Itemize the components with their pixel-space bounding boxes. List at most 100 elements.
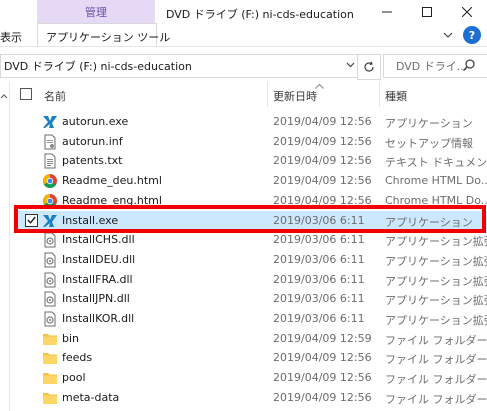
file-row[interactable]: pool 2019/04/09 12:56 ファイル フォルダー	[14, 368, 487, 388]
file-row[interactable]: Readme_eng.html 2019/04/09 12:56 Chrome HT…	[14, 191, 487, 211]
file-type: ファイル フォルダー	[385, 392, 487, 406]
address-path[interactable]: DVD ドライブ (F:) ni-cds-education	[4, 58, 192, 74]
file-row[interactable]: InstallKOR.dll 2019/03/06 6:11 アプリケーション拡張	[14, 309, 487, 329]
chevron-up-icon[interactable]	[0, 92, 8, 100]
file-date: 2019/03/06 6:11	[273, 233, 365, 247]
column-divider[interactable]	[379, 82, 380, 107]
address-history-button[interactable]	[343, 57, 357, 73]
file-type: アプリケーション拡張	[385, 294, 487, 308]
file-date: 2019/04/09 12:56	[273, 351, 372, 365]
file-name[interactable]: autorun.exe	[62, 115, 128, 128]
file-row[interactable]: bin 2019/04/09 12:59 ファイル フォルダー	[14, 329, 487, 349]
chrome-icon	[42, 193, 58, 209]
file-row[interactable]: InstallCHS.dll 2019/03/06 6:11 アプリケーション拡張	[14, 230, 487, 250]
file-date: 2019/04/09 12:56	[273, 371, 372, 385]
file-type: ファイル フォルダー	[385, 373, 487, 387]
select-all-checkbox[interactable]	[20, 88, 32, 100]
file-row[interactable]: autorun.inf 2019/04/09 12:56 セットアップ情報	[14, 132, 487, 152]
file-date: 2019/03/06 6:11	[273, 312, 365, 325]
file-name[interactable]: InstallFRA.dll	[62, 273, 133, 286]
text-file-icon	[42, 153, 58, 169]
file-name[interactable]: Readme_eng.html	[62, 194, 162, 207]
folder-icon	[42, 331, 58, 347]
close-icon	[462, 7, 472, 17]
file-date: 2019/04/09 12:56	[273, 193, 372, 207]
checkmark-icon	[27, 216, 36, 224]
minimize-icon	[382, 11, 392, 13]
file-name[interactable]: Readme_deu.html	[62, 174, 162, 187]
file-name[interactable]: feeds	[62, 351, 92, 364]
column-header-type[interactable]: 種類	[385, 88, 407, 104]
file-row[interactable]: InstallDEU.dll 2019/03/06 6:11 アプリケーション拡張	[14, 250, 487, 270]
file-name[interactable]: InstallKOR.dll	[62, 312, 134, 325]
ribbon-expand-button[interactable]	[440, 27, 456, 43]
folder-icon	[42, 370, 58, 386]
file-type: アプリケーション拡張	[385, 274, 487, 288]
column-divider[interactable]	[267, 82, 268, 107]
file-row[interactable]: Install.exe 2019/03/06 6:11 アプリケーション	[14, 210, 487, 231]
file-name[interactable]: bin	[62, 332, 79, 345]
help-button[interactable]: ?	[463, 26, 481, 44]
file-date: 2019/04/09 12:56	[273, 154, 372, 168]
dll-file-icon	[42, 252, 58, 268]
chevron-down-icon	[443, 32, 453, 38]
column-header-date[interactable]: 更新日時	[273, 88, 317, 104]
close-button[interactable]	[447, 0, 487, 24]
search-placeholder: DVD ドライ...	[396, 60, 468, 73]
file-name[interactable]: patents.txt	[62, 154, 122, 167]
dll-file-icon	[42, 272, 58, 288]
file-row[interactable]: Readme_deu.html 2019/04/09 12:56 Chrome HT…	[14, 171, 487, 191]
file-row[interactable]: meta-data 2019/04/09 12:56 ファイル フォルダー	[14, 388, 487, 408]
file-type: アプリケーション拡張	[385, 314, 487, 327]
file-name[interactable]: pool	[62, 371, 86, 384]
manage-tab-label: 管理	[85, 6, 107, 19]
minimize-button[interactable]	[367, 0, 407, 24]
file-type: アプリケーション拡張	[385, 254, 487, 268]
maximize-icon	[422, 7, 432, 17]
refresh-icon	[364, 61, 374, 72]
file-row[interactable]: patents.txt 2019/04/09 12:56 テキスト ドキュメント	[14, 151, 487, 171]
file-type: アプリケーション	[385, 117, 473, 130]
file-type: アプリケーション	[385, 215, 473, 229]
dll-file-icon	[42, 232, 58, 248]
dll-file-icon	[42, 311, 58, 327]
file-type: Chrome HTML Do...	[385, 193, 487, 207]
file-row[interactable]: autorun.exe 2019/04/09 12:56 アプリケーション	[14, 112, 487, 132]
dll-file-icon	[42, 291, 58, 307]
file-name[interactable]: Install.exe	[62, 214, 118, 227]
file-type: セットアップ情報	[385, 136, 473, 150]
maximize-button[interactable]	[407, 0, 447, 24]
file-row[interactable]: feeds 2019/04/09 12:56 ファイル フォルダー	[14, 348, 487, 368]
folder-icon	[42, 390, 58, 406]
column-header-name[interactable]: 名前	[44, 88, 66, 104]
file-date: 2019/04/09 12:56	[273, 115, 372, 128]
tab-view[interactable]: 表示	[0, 29, 22, 45]
file-list: autorun.exe 2019/04/09 12:56 アプリケーション autor…	[0, 108, 487, 411]
file-date: 2019/03/06 6:11	[273, 213, 365, 227]
file-name[interactable]: InstallJPN.dll	[62, 292, 130, 305]
folder-icon	[42, 350, 58, 366]
row-checkbox[interactable]	[25, 213, 38, 227]
file-type: Chrome HTML Do...	[385, 174, 487, 188]
tab-application-tools-label: アプリケーション ツール	[46, 31, 171, 44]
file-date: 2019/03/06 6:11	[273, 272, 365, 286]
file-date: 2019/03/06 6:11	[273, 252, 365, 266]
file-date: 2019/04/09 12:59	[273, 331, 372, 345]
file-name[interactable]: meta-data	[62, 391, 119, 404]
chrome-icon	[42, 173, 58, 189]
chevron-down-icon	[346, 62, 354, 68]
file-row[interactable]: InstallJPN.dll 2019/03/06 6:11 アプリケーション拡張	[14, 289, 487, 309]
file-type: テキスト ドキュメント	[385, 156, 487, 170]
file-name[interactable]: autorun.inf	[62, 135, 123, 148]
file-date: 2019/03/06 6:11	[273, 292, 365, 306]
file-row[interactable]: InstallFRA.dll 2019/03/06 6:11 アプリケーション拡張	[14, 270, 487, 290]
file-name[interactable]: InstallCHS.dll	[62, 233, 135, 246]
refresh-button[interactable]	[357, 54, 381, 80]
ni-app-icon	[42, 213, 58, 229]
window-title: DVD ドライブ (F:) ni-cds-education	[166, 8, 354, 21]
file-date: 2019/04/09 12:56	[273, 390, 372, 404]
search-icon[interactable]	[462, 58, 476, 72]
file-name[interactable]: InstallDEU.dll	[62, 253, 135, 266]
file-date: 2019/04/09 12:56	[273, 174, 372, 188]
file-type: ファイル フォルダー	[385, 353, 487, 367]
